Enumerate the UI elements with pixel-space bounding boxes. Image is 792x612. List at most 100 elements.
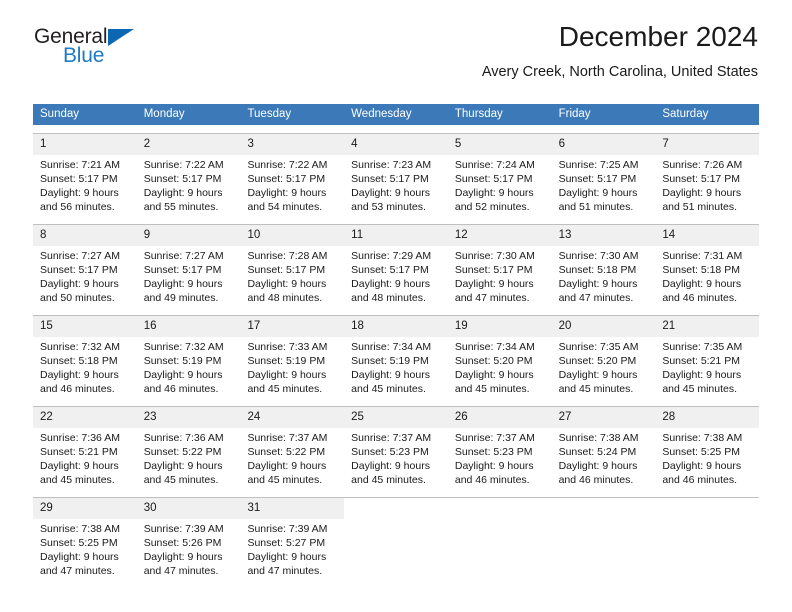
sunrise-text: Sunrise: 7:28 AM	[247, 250, 328, 262]
day-cell[interactable]: 26 Sunrise: 7:37 AM Sunset: 5:23 PM Dayl…	[447, 407, 552, 489]
day-cell[interactable]: 5 Sunrise: 7:24 AM Sunset: 5:17 PM Dayli…	[447, 134, 552, 216]
day-cell[interactable]: 11 Sunrise: 7:29 AM Sunset: 5:17 PM Dayl…	[344, 225, 448, 307]
day-cell[interactable]: 30 Sunrise: 7:39 AM Sunset: 5:26 PM Dayl…	[136, 498, 241, 580]
daylight-text-line2: and 46 minutes.	[143, 383, 219, 395]
day-cell[interactable]: 31 Sunrise: 7:39 AM Sunset: 5:27 PM Dayl…	[240, 498, 345, 580]
day-details: Sunrise: 7:26 AM Sunset: 5:17 PM Dayligh…	[655, 155, 759, 214]
day-number: 26	[447, 407, 552, 428]
sunrise-text: Sunrise: 7:31 AM	[662, 250, 743, 262]
day-details: Sunrise: 7:39 AM Sunset: 5:27 PM Dayligh…	[240, 519, 344, 578]
daylight-text-line1: Daylight: 9 hours	[143, 369, 223, 381]
sunset-text: Sunset: 5:18 PM	[558, 264, 637, 276]
sunset-text: Sunset: 5:17 PM	[662, 173, 740, 185]
day-cell[interactable]: 17 Sunrise: 7:33 AM Sunset: 5:19 PM Dayl…	[240, 316, 345, 398]
weekday-header-sunday: Sunday	[40, 108, 80, 120]
weekday-header-row: Sunday Monday Tuesday Wednesday Thursday…	[33, 104, 759, 125]
day-cell[interactable]: 18 Sunrise: 7:34 AM Sunset: 5:19 PM Dayl…	[344, 316, 448, 398]
day-cell[interactable]: 14 Sunrise: 7:31 AM Sunset: 5:18 PM Dayl…	[655, 225, 760, 307]
day-details: Sunrise: 7:30 AM Sunset: 5:18 PM Dayligh…	[552, 246, 656, 305]
day-cell[interactable]: 2 Sunrise: 7:22 AM Sunset: 5:17 PM Dayli…	[136, 134, 241, 216]
sunset-text: Sunset: 5:17 PM	[40, 264, 118, 276]
day-number	[552, 498, 656, 516]
day-details: Sunrise: 7:38 AM Sunset: 5:25 PM Dayligh…	[655, 428, 759, 487]
day-cell-empty	[552, 498, 656, 580]
day-number: 7	[655, 134, 760, 155]
day-number: 1	[33, 134, 137, 155]
day-cell[interactable]: 24 Sunrise: 7:37 AM Sunset: 5:22 PM Dayl…	[240, 407, 345, 489]
day-cell-empty	[448, 498, 552, 580]
day-number: 17	[240, 316, 345, 337]
day-number: 16	[136, 316, 241, 337]
day-number: 30	[136, 498, 241, 519]
day-cell[interactable]: 7 Sunrise: 7:26 AM Sunset: 5:17 PM Dayli…	[655, 134, 760, 216]
daylight-text-line2: and 49 minutes.	[143, 292, 219, 304]
day-cell[interactable]: 12 Sunrise: 7:30 AM Sunset: 5:17 PM Dayl…	[447, 225, 552, 307]
day-details: Sunrise: 7:36 AM Sunset: 5:22 PM Dayligh…	[137, 428, 241, 487]
day-details: Sunrise: 7:28 AM Sunset: 5:17 PM Dayligh…	[240, 246, 344, 305]
sunset-text: Sunset: 5:26 PM	[143, 537, 222, 549]
day-number: 14	[655, 225, 760, 246]
sunset-text: Sunset: 5:22 PM	[247, 446, 326, 458]
day-details: Sunrise: 7:32 AM Sunset: 5:18 PM Dayligh…	[33, 337, 137, 396]
daylight-text-line2: and 47 minutes.	[454, 292, 530, 304]
sunrise-text: Sunrise: 7:36 AM	[40, 432, 120, 444]
day-cell[interactable]: 20 Sunrise: 7:35 AM Sunset: 5:20 PM Dayl…	[551, 316, 656, 398]
sunrise-text: Sunrise: 7:34 AM	[454, 341, 535, 353]
sunrise-text: Sunrise: 7:39 AM	[247, 523, 328, 535]
sunset-text: Sunset: 5:25 PM	[662, 446, 740, 458]
daylight-text-line2: and 46 minutes.	[40, 383, 115, 395]
day-cell[interactable]: 4 Sunrise: 7:23 AM Sunset: 5:17 PM Dayli…	[344, 134, 448, 216]
sunrise-text: Sunrise: 7:37 AM	[351, 432, 432, 444]
sunset-text: Sunset: 5:17 PM	[454, 264, 533, 276]
day-cell[interactable]: 22 Sunrise: 7:36 AM Sunset: 5:21 PM Dayl…	[33, 407, 137, 489]
day-cell[interactable]: 21 Sunrise: 7:35 AM Sunset: 5:21 PM Dayl…	[655, 316, 760, 398]
day-cell[interactable]: 16 Sunrise: 7:32 AM Sunset: 5:19 PM Dayl…	[136, 316, 241, 398]
sunrise-text: Sunrise: 7:29 AM	[351, 250, 432, 262]
calendar-week-row: 8 Sunrise: 7:27 AM Sunset: 5:17 PM Dayli…	[33, 224, 760, 307]
daylight-text-line2: and 55 minutes.	[143, 201, 219, 213]
day-cell[interactable]: 15 Sunrise: 7:32 AM Sunset: 5:18 PM Dayl…	[33, 316, 137, 398]
calendar-grid: Sunday Monday Tuesday Wednesday Thursday…	[33, 104, 760, 580]
sunset-text: Sunset: 5:17 PM	[351, 264, 429, 276]
calendar-week-row: 1 Sunrise: 7:21 AM Sunset: 5:17 PM Dayli…	[33, 133, 760, 216]
day-details: Sunrise: 7:37 AM Sunset: 5:23 PM Dayligh…	[344, 428, 448, 487]
sunset-text: Sunset: 5:17 PM	[247, 264, 326, 276]
sunrise-text: Sunrise: 7:38 AM	[558, 432, 639, 444]
day-cell[interactable]: 1 Sunrise: 7:21 AM Sunset: 5:17 PM Dayli…	[33, 134, 137, 216]
daylight-text-line1: Daylight: 9 hours	[558, 369, 638, 381]
sunrise-text: Sunrise: 7:38 AM	[40, 523, 120, 535]
sunrise-text: Sunrise: 7:33 AM	[247, 341, 328, 353]
daylight-text-line1: Daylight: 9 hours	[143, 187, 223, 199]
daylight-text-line2: and 46 minutes.	[662, 474, 738, 486]
daylight-text-line1: Daylight: 9 hours	[351, 187, 430, 199]
daylight-text-line1: Daylight: 9 hours	[454, 187, 534, 199]
daylight-text-line2: and 48 minutes.	[351, 292, 426, 304]
daylight-text-line2: and 45 minutes.	[247, 474, 323, 486]
sunrise-text: Sunrise: 7:37 AM	[454, 432, 535, 444]
day-cell[interactable]: 3 Sunrise: 7:22 AM Sunset: 5:17 PM Dayli…	[240, 134, 345, 216]
day-cell[interactable]: 13 Sunrise: 7:30 AM Sunset: 5:18 PM Dayl…	[551, 225, 656, 307]
day-cell[interactable]: 28 Sunrise: 7:38 AM Sunset: 5:25 PM Dayl…	[655, 407, 760, 489]
daylight-text-line1: Daylight: 9 hours	[351, 460, 430, 472]
day-cell[interactable]: 23 Sunrise: 7:36 AM Sunset: 5:22 PM Dayl…	[136, 407, 241, 489]
sunrise-text: Sunrise: 7:27 AM	[40, 250, 120, 262]
sunset-text: Sunset: 5:21 PM	[40, 446, 118, 458]
daylight-text-line1: Daylight: 9 hours	[247, 187, 327, 199]
day-cell[interactable]: 27 Sunrise: 7:38 AM Sunset: 5:24 PM Dayl…	[551, 407, 656, 489]
sunset-text: Sunset: 5:22 PM	[143, 446, 222, 458]
daylight-text-line1: Daylight: 9 hours	[662, 187, 742, 199]
day-cell[interactable]: 29 Sunrise: 7:38 AM Sunset: 5:25 PM Dayl…	[33, 498, 137, 580]
day-number: 28	[655, 407, 760, 428]
sunset-text: Sunset: 5:17 PM	[143, 173, 222, 185]
daylight-text-line2: and 47 minutes.	[40, 565, 115, 577]
day-cell[interactable]: 9 Sunrise: 7:27 AM Sunset: 5:17 PM Dayli…	[136, 225, 241, 307]
day-cell[interactable]: 8 Sunrise: 7:27 AM Sunset: 5:17 PM Dayli…	[33, 225, 137, 307]
weekday-header-monday: Monday	[143, 108, 185, 120]
day-details: Sunrise: 7:37 AM Sunset: 5:23 PM Dayligh…	[448, 428, 552, 487]
sunrise-text: Sunrise: 7:24 AM	[454, 159, 535, 171]
day-cell[interactable]: 25 Sunrise: 7:37 AM Sunset: 5:23 PM Dayl…	[344, 407, 448, 489]
daylight-text-line2: and 50 minutes.	[40, 292, 115, 304]
day-cell[interactable]: 10 Sunrise: 7:28 AM Sunset: 5:17 PM Dayl…	[240, 225, 345, 307]
day-cell[interactable]: 6 Sunrise: 7:25 AM Sunset: 5:17 PM Dayli…	[551, 134, 656, 216]
day-cell[interactable]: 19 Sunrise: 7:34 AM Sunset: 5:20 PM Dayl…	[447, 316, 552, 398]
